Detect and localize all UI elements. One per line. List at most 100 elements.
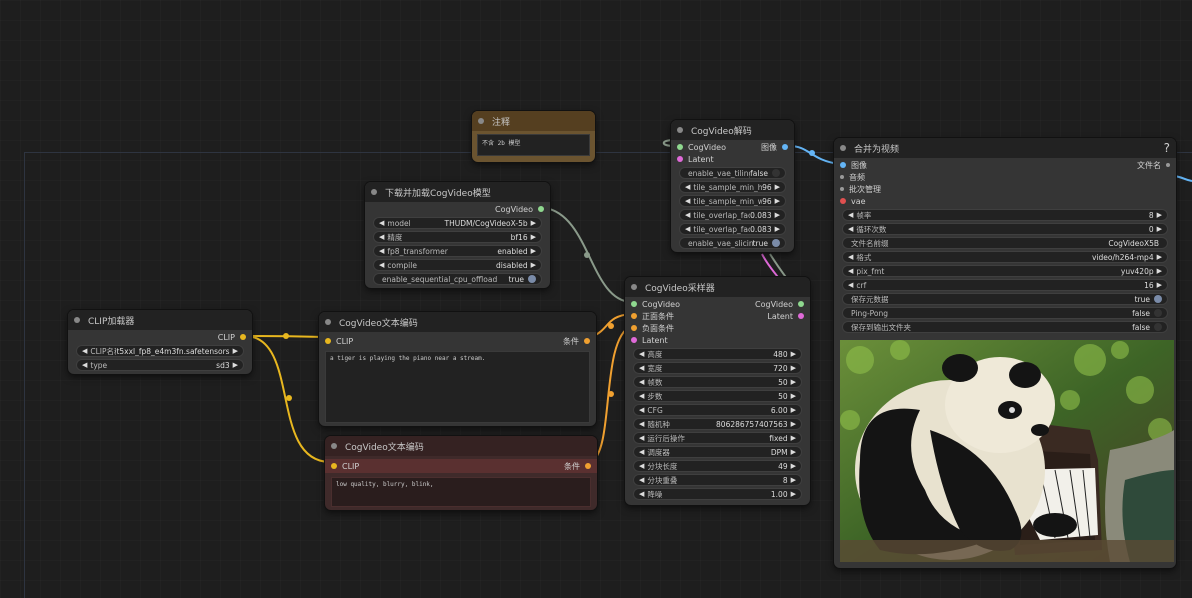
toggle-knob-icon (1154, 295, 1162, 303)
format-select[interactable]: ◀ 格式 video/h264-mp4 ▶ (842, 251, 1168, 263)
cogvideo-output-pin[interactable] (538, 206, 544, 212)
frames-input[interactable]: ◀ 帧数 50 ▶ (633, 376, 802, 388)
output-label: CogVideo (495, 204, 533, 214)
collapse-dot-icon[interactable] (325, 319, 331, 325)
precision-select[interactable]: ◀ 精度 bf16 ▶ (373, 231, 542, 243)
conditioning-output-pin[interactable] (584, 338, 590, 344)
image-link-midpoint (809, 150, 815, 156)
conditioning-link-negative-midpoint (608, 391, 614, 397)
chunk-length-input[interactable]: ◀ 分块长度 49 ▶ (633, 460, 802, 472)
cogvideo-input-pin[interactable] (631, 301, 637, 307)
image-link (788, 145, 840, 165)
seed-input[interactable]: ◀ 随机种 806286757407563 ▶ (633, 418, 802, 430)
filenames-output-pin[interactable] (1166, 163, 1170, 167)
compile-select[interactable]: ◀ compile disabled ▶ (373, 259, 542, 271)
cogvideo-model-link-midpoint (584, 252, 590, 258)
vae-slicing-toggle[interactable]: enable_vae_slicing true (679, 237, 786, 249)
cogvideo-output-pin[interactable] (798, 301, 804, 307)
node-title: 合并为视频 (854, 144, 900, 155)
save-metadata-toggle[interactable]: 保存元数据 true (842, 293, 1168, 305)
clip-link-positive-midpoint (283, 333, 289, 339)
vae-input-pin[interactable] (840, 198, 846, 204)
toggle-knob-icon (1154, 323, 1162, 331)
toggle-knob-icon (772, 239, 780, 247)
clip-input-pin[interactable] (331, 463, 337, 469)
note-text[interactable]: 不含 2b 模型 (477, 134, 590, 156)
node-title: 注释 (492, 117, 511, 128)
cogvideo-sampler-node[interactable]: CogVideo采样器 CogVideo CogVideo 正面条件 Laten… (625, 277, 810, 505)
clip-loader-node[interactable]: CLIP加载器 CLIP ◀CLIP名称t5xxl_fp8_e4m3fn.saf… (68, 310, 252, 374)
pix-fmt-select[interactable]: ◀ pix_fmt yuv420p ▶ (842, 265, 1168, 277)
scheduler-select[interactable]: ◀ 调度器 DPM ▶ (633, 446, 802, 458)
tile-min-height-input[interactable]: ◀tile_sample_min_height96▶ (679, 181, 786, 193)
cfg-input[interactable]: ◀ CFG 6.00 ▶ (633, 404, 802, 416)
height-input[interactable]: ◀ 高度 480 ▶ (633, 348, 802, 360)
fp8-transformer-select[interactable]: ◀ fp8_transformer enabled ▶ (373, 245, 542, 257)
node-title: CogVideo文本编码 (339, 318, 418, 329)
batch-manager-input-pin[interactable] (840, 187, 844, 191)
video-combine-node[interactable]: 合并为视频 ? 图像 文件名 音频 批次管理 vae ◀ 帧率 8 ▶ ◀ 循环次数 0 ▶… (834, 138, 1176, 568)
input-label: CLIP (336, 336, 354, 346)
cogvideo-input-pin[interactable] (677, 144, 683, 150)
tile-min-width-input[interactable]: ◀tile_sample_min_width96▶ (679, 195, 786, 207)
collapse-dot-icon[interactable] (371, 189, 377, 195)
tile-overlap-width-input[interactable]: ◀tile_overlap_factor_width0.083▶ (679, 223, 786, 235)
latent-input-pin[interactable] (631, 337, 637, 343)
denoise-input[interactable]: ◀ 降噪 1.00 ▶ (633, 488, 802, 500)
positive-input-pin[interactable] (631, 313, 637, 319)
negative-prompt-textarea[interactable]: low quality, blurry, blink, (331, 477, 591, 507)
ping-pong-toggle[interactable]: Ping-Pong false (842, 307, 1168, 319)
note-node[interactable]: 注释 不含 2b 模型 (472, 111, 595, 162)
negative-input-pin[interactable] (631, 325, 637, 331)
steps-input[interactable]: ◀ 步数 50 ▶ (633, 390, 802, 402)
images-input-pin[interactable] (840, 162, 846, 168)
collapse-dot-icon[interactable] (631, 284, 637, 290)
node-title: CogVideo文本编码 (345, 442, 424, 453)
model-select[interactable]: ◀ model THUDM/CogVideoX-5b ▶ (373, 217, 542, 229)
collapse-dot-icon[interactable] (840, 145, 846, 151)
input-label: Latent (688, 154, 714, 164)
clip-name-select[interactable]: ◀CLIP名称t5xxl_fp8_e4m3fn.safetensors▶ (76, 345, 244, 357)
crf-input[interactable]: ◀ crf 16 ▶ (842, 279, 1168, 291)
help-icon[interactable]: ? (1164, 141, 1170, 155)
tile-overlap-height-input[interactable]: ◀tile_overlap_factor_height0.083▶ (679, 209, 786, 221)
save-output-toggle[interactable]: 保存到输出文件夹 false (842, 321, 1168, 333)
text-encode-negative-node[interactable]: CogVideo文本编码 CLIP 条件 low quality, blurry… (325, 436, 597, 510)
filename-prefix-input[interactable]: 文件名前缀 CogVideoX5B (842, 237, 1168, 249)
latent-output-pin[interactable] (798, 313, 804, 319)
input-label: vae (851, 196, 866, 206)
node-title: CogVideo解码 (691, 126, 752, 137)
input-label: 图像 (851, 160, 867, 170)
collapse-dot-icon[interactable] (331, 443, 337, 449)
cogvideo-decode-node[interactable]: CogVideo解码 CogVideo 图像 Latent enable_vae… (671, 120, 794, 252)
audio-input-pin[interactable] (840, 175, 844, 179)
cpu-offload-toggle[interactable]: enable_sequential_cpu_offload true (373, 273, 542, 285)
text-encode-positive-node[interactable]: CogVideo文本编码 CLIP 条件 a tiger is playing … (319, 312, 596, 426)
clip-input-pin[interactable] (325, 338, 331, 344)
node-title: CLIP加载器 (88, 316, 135, 327)
cogvideo-loader-node[interactable]: 下载并加载CogVideo模型 CogVideo ◀ model THUDM/Cog… (365, 182, 550, 288)
latent-input-pin[interactable] (677, 156, 683, 162)
video-preview[interactable] (840, 340, 1174, 562)
control-after-generate-select[interactable]: ◀ 运行后操作 fixed ▶ (633, 432, 802, 444)
chunk-overlap-input[interactable]: ◀ 分块重叠 8 ▶ (633, 474, 802, 486)
image-output-pin[interactable] (782, 144, 788, 150)
input-label: CogVideo (688, 142, 726, 152)
output-label: 文件名 (1137, 160, 1161, 170)
loop-count-input[interactable]: ◀ 循环次数 0 ▶ (842, 223, 1168, 235)
collapse-dot-icon[interactable] (677, 127, 683, 133)
clip-type-select[interactable]: ◀ type sd3 ▶ (76, 359, 244, 371)
input-label: Latent (642, 335, 668, 345)
vae-tiling-toggle[interactable]: enable_vae_tiling false (679, 167, 786, 179)
output-label: CLIP (217, 332, 235, 342)
clip-output-pin[interactable] (240, 334, 246, 340)
prompt-textarea[interactable]: a tiger is playing the piano near a stre… (325, 351, 590, 423)
width-input[interactable]: ◀ 宽度 720 ▶ (633, 362, 802, 374)
node-title: 下载并加载CogVideo模型 (385, 188, 491, 199)
frame-rate-input[interactable]: ◀ 帧率 8 ▶ (842, 209, 1168, 221)
collapse-dot-icon[interactable] (74, 317, 80, 323)
output-label: 条件 (563, 336, 579, 346)
collapse-dot-icon[interactable] (478, 118, 484, 124)
conditioning-output-pin[interactable] (585, 463, 591, 469)
group-border-left (24, 152, 25, 598)
